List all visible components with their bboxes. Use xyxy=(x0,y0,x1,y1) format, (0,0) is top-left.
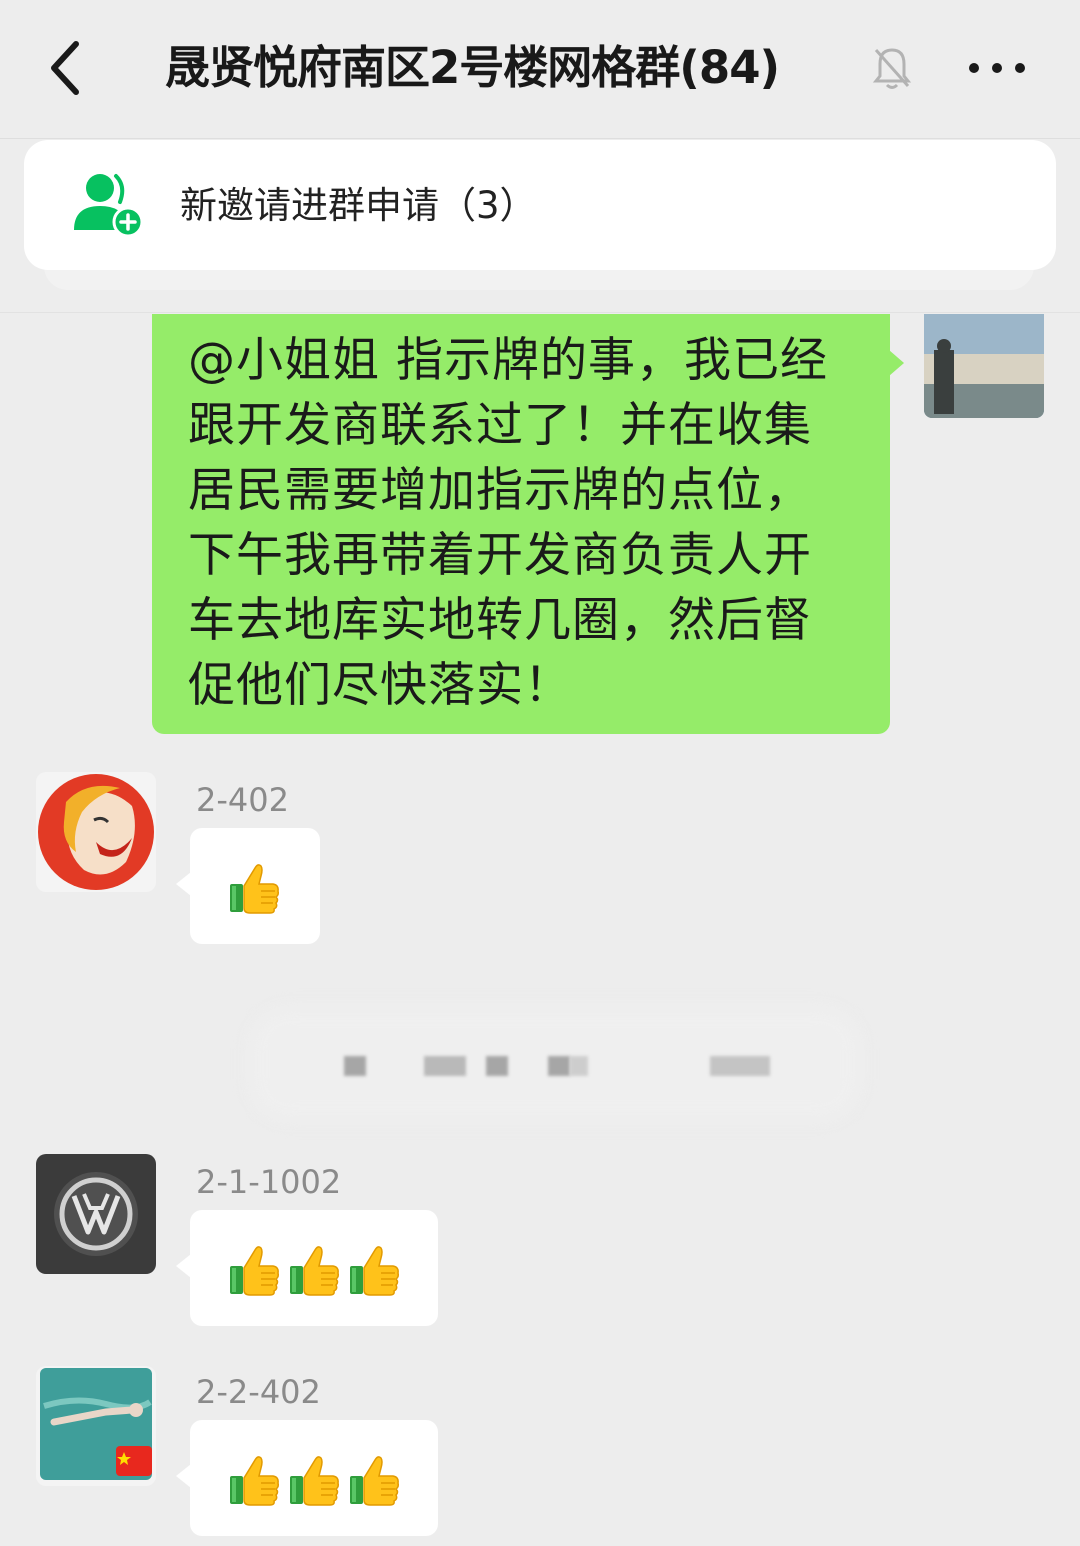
incoming-message-bubble[interactable] xyxy=(176,828,320,944)
thumbs-up-icon xyxy=(288,1452,340,1508)
invite-request-banner[interactable]: 新邀请进群申请（3） xyxy=(24,140,1056,270)
avatar-photo xyxy=(924,314,1044,418)
emoji-row xyxy=(228,1452,400,1508)
invite-request-label: 新邀请进群申请（3） xyxy=(180,184,537,227)
message-text: @小姐姐 指示牌的事，我已经 跟开发商联系过了！并在收集 居民需要增加指示牌的点… xyxy=(188,328,860,718)
ellipsis-icon xyxy=(969,63,1025,73)
thumbs-up-icon xyxy=(228,860,280,916)
my-avatar[interactable] xyxy=(924,314,1044,418)
add-contact-icon xyxy=(74,174,144,238)
bell-muted-icon xyxy=(872,48,912,89)
chevron-left-icon xyxy=(51,41,79,95)
avatar-car-logo xyxy=(36,1154,156,1274)
emoji-row xyxy=(228,1242,400,1298)
message-line: 车去地库实地转几圈，然后督 xyxy=(188,593,812,648)
divider xyxy=(0,312,1080,313)
more-button[interactable] xyxy=(960,40,1034,96)
system-notice-blurred xyxy=(340,1056,780,1078)
avatar[interactable] xyxy=(36,1366,156,1486)
message-line: 居民需要增加指示牌的点位， xyxy=(188,463,812,518)
avatar[interactable] xyxy=(36,1154,156,1274)
incoming-message-bubble[interactable] xyxy=(176,1210,438,1326)
back-button[interactable] xyxy=(40,30,100,106)
message-line: 跟开发商联系过了！并在收集 xyxy=(188,398,812,453)
thumbs-up-icon xyxy=(228,1452,280,1508)
sender-name: 2-1-1002 xyxy=(196,1163,342,1201)
emoji-row xyxy=(228,860,280,916)
sender-name: 2-402 xyxy=(196,781,289,819)
thumbs-up-icon xyxy=(288,1242,340,1298)
avatar-cartoon-girl xyxy=(36,772,156,892)
outgoing-message-bubble[interactable]: @小姐姐 指示牌的事，我已经 跟开发商联系过了！并在收集 居民需要增加指示牌的点… xyxy=(152,314,904,734)
thumbs-up-icon xyxy=(228,1242,280,1298)
sender-name: 2-2-402 xyxy=(196,1373,321,1411)
message-line: @小姐姐 指示牌的事，我已经 xyxy=(188,333,828,388)
avatar[interactable] xyxy=(36,772,156,892)
thumbs-up-icon xyxy=(348,1452,400,1508)
message-line: 促他们尽快落实！ xyxy=(188,658,572,713)
thumbs-up-icon xyxy=(348,1242,400,1298)
chat-header: 晟贤悦府南区2号楼网格群(84) xyxy=(0,0,1080,139)
message-line: 下午我再带着开发商负责人开 xyxy=(188,528,812,583)
chat-title: 晟贤悦府南区2号楼网格群(84) xyxy=(165,41,780,94)
incoming-message-bubble[interactable] xyxy=(176,1420,438,1536)
avatar-swimmer-photo xyxy=(36,1366,156,1486)
